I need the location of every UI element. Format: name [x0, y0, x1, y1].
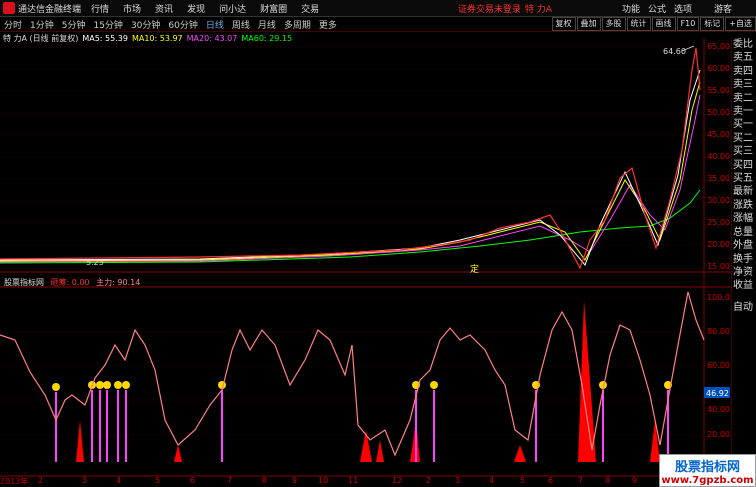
price-tick-35: 35.00	[707, 174, 730, 183]
date-tick: 4	[116, 476, 122, 485]
low-price-mark: 5.23	[86, 258, 104, 267]
side-change-pct[interactable]: 涨幅	[732, 212, 756, 225]
buy-signal-icons	[52, 381, 672, 391]
price-tick-55: 55.00	[707, 86, 730, 95]
side-buy2[interactable]: 买二	[732, 132, 756, 145]
side-sell2[interactable]: 卖二	[732, 92, 756, 105]
date-tick: 3	[82, 476, 88, 485]
quote-side-panel: 委比 卖五 卖四 卖三 卖二 卖一 买一 买二 买三 买四 买五 最新 涨跌 涨…	[731, 38, 756, 487]
indicator-seg2: 主力: 90.14	[96, 278, 141, 287]
side-volume[interactable]: 总量	[732, 226, 756, 239]
date-tick: 6	[190, 476, 196, 485]
chart-canvas: 64.60 5.23 定 46.92	[0, 38, 732, 477]
buy-signal-bars	[55, 390, 669, 462]
ind-tick-40: 40.00	[707, 405, 730, 414]
date-tick: 2	[38, 476, 44, 485]
watermark-title: 股票指标网	[674, 460, 740, 475]
price-tick-50: 50.00	[707, 108, 730, 117]
date-axis: 2013年 2 3 4 5 6 7 8 9 10 11 12 2 3 4 5 6…	[0, 476, 732, 487]
date-tick: 3	[455, 476, 461, 485]
event-mark: 定	[470, 263, 479, 275]
current-value: 46.92	[706, 389, 729, 398]
side-sell1[interactable]: 卖一	[732, 105, 756, 118]
date-tick: 8	[605, 476, 611, 485]
date-tick: 11	[348, 476, 359, 485]
side-sell3[interactable]: 卖三	[732, 78, 756, 91]
ind-tick-20: 20.00	[707, 430, 730, 439]
price-candles	[0, 47, 701, 270]
watermark: 股票指标网 www.7gpzb.com	[659, 454, 756, 487]
side-turnover[interactable]: 换手	[732, 253, 756, 266]
high-price-mark: 64.60	[663, 47, 686, 56]
price-tick-15: 15.00	[707, 262, 730, 271]
ma5-line	[0, 69, 701, 266]
date-tick: 9	[632, 476, 638, 485]
price-tick-40: 40.00	[707, 152, 730, 161]
date-tick: 10	[318, 476, 329, 485]
indicator-name[interactable]: 股票指标网	[4, 278, 44, 287]
side-sell5[interactable]: 卖五	[732, 51, 756, 64]
date-tick: 2013年	[0, 477, 29, 486]
side-change[interactable]: 涨跌	[732, 199, 756, 212]
side-buy3[interactable]: 买三	[732, 145, 756, 158]
price-tick-30: 30.00	[707, 196, 730, 205]
date-tick: 2	[426, 476, 432, 485]
side-netasset[interactable]: 净资	[732, 266, 756, 279]
date-tick: 5	[520, 476, 526, 485]
date-tick: 6	[548, 476, 554, 485]
price-tick-45: 45.00	[707, 130, 730, 139]
price-tick-60: 60.00	[707, 64, 730, 73]
date-tick: 9	[292, 476, 298, 485]
ind-tick-60: 60.00	[707, 361, 730, 370]
price-tick-20: 20.00	[707, 240, 730, 249]
price-gridlines	[0, 46, 704, 246]
date-tick: 12	[392, 476, 403, 485]
indicator-seg1: 砸筹: 0.00	[50, 278, 90, 287]
price-tick-25: 25.00	[707, 218, 730, 227]
ind-tick-80: 80.00	[707, 327, 730, 336]
side-buy1[interactable]: 买一	[732, 118, 756, 131]
date-tick: 4	[489, 476, 495, 485]
side-latest[interactable]: 最新	[732, 185, 756, 198]
side-buy5[interactable]: 买五	[732, 172, 756, 185]
date-tick: 8	[262, 476, 268, 485]
side-buy4[interactable]: 买四	[732, 159, 756, 172]
date-tick: 7	[578, 476, 584, 485]
indicator-info: 股票指标网 砸筹: 0.00 主力: 90.14	[4, 277, 140, 288]
side-sell4[interactable]: 卖四	[732, 65, 756, 78]
ind-tick-100: 100.0	[707, 293, 730, 302]
date-tick: 7	[227, 476, 233, 485]
auto-button[interactable]: 自动	[732, 301, 756, 314]
price-tick-65: 65.00	[707, 42, 730, 51]
watermark-url: www.7gpzb.com	[661, 475, 754, 486]
side-weibi[interactable]: 委比	[732, 38, 756, 51]
side-outer[interactable]: 外盘	[732, 239, 756, 252]
side-earnings[interactable]: 收益	[732, 279, 756, 292]
main-force-line	[0, 291, 705, 457]
date-tick: 5	[155, 476, 161, 485]
